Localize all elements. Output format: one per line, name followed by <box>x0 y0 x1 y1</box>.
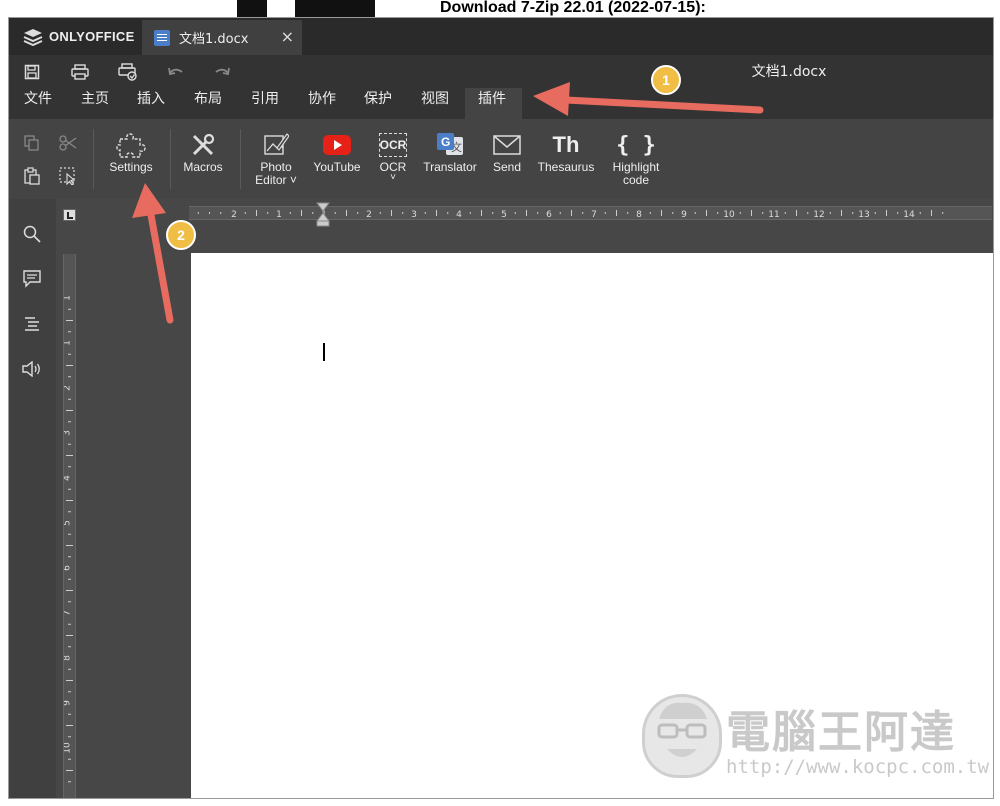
arrow-to-plugins-tab <box>562 96 764 114</box>
step-badge-2: 2 <box>166 220 196 250</box>
arrow-head <box>132 183 166 218</box>
annotation-arrows <box>132 82 764 324</box>
step-badge-1: 1 <box>651 65 681 95</box>
arrow-head <box>533 82 570 116</box>
